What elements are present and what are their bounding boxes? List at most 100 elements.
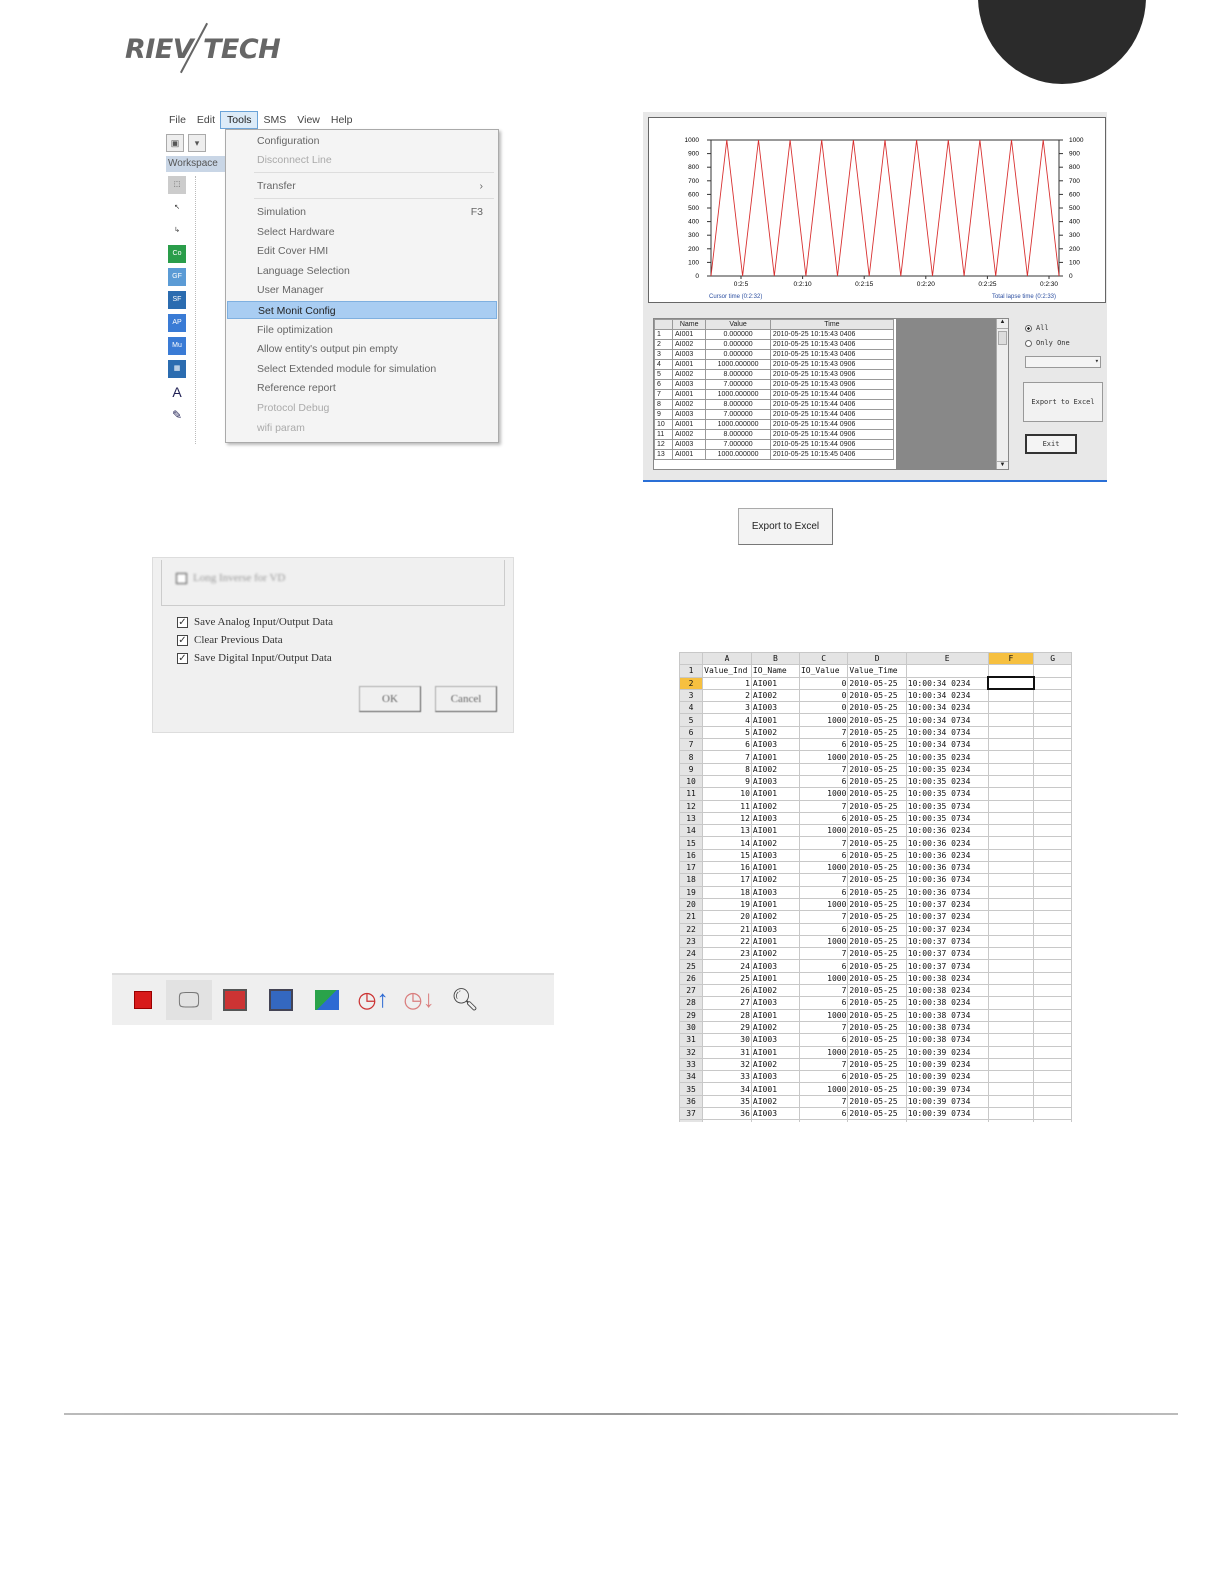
header-cell[interactable]: [987, 664, 1035, 678]
sheet-cell[interactable]: AI002: [750, 910, 800, 924]
co-block-icon[interactable]: Co: [168, 245, 186, 263]
menu-tools[interactable]: Tools: [220, 111, 258, 129]
sheet-cell[interactable]: 1: [702, 676, 752, 690]
row-header[interactable]: 34: [679, 1070, 704, 1084]
sheet-cell[interactable]: [987, 774, 1035, 789]
sheet-cell[interactable]: 10: [702, 787, 752, 801]
sheet-cell[interactable]: 11: [702, 799, 752, 813]
row-header[interactable]: 24: [679, 947, 704, 961]
sheet-cell[interactable]: 6: [798, 774, 849, 789]
sheet-cell[interactable]: 2: [702, 688, 752, 703]
sheet-cell[interactable]: [1033, 787, 1072, 801]
sheet-cell[interactable]: 2010-05-25: [847, 811, 907, 826]
sheet-cell[interactable]: [987, 1033, 1035, 1047]
corner-cell[interactable]: [679, 652, 704, 666]
row-header[interactable]: 26: [679, 971, 704, 986]
table-row[interactable]: 2 AI002 0.000000 2010-05-25 10:15:43 0406: [654, 339, 895, 350]
sheet-cell[interactable]: 10:00:38 0734: [905, 1008, 989, 1022]
sheet-cell[interactable]: [1033, 676, 1072, 690]
new-file-icon[interactable]: ▣: [166, 134, 184, 152]
sheet-cell[interactable]: [1033, 1070, 1072, 1084]
export-to-excel-button-large[interactable]: Export to Excel: [738, 508, 833, 545]
row-header[interactable]: 27: [679, 984, 704, 998]
sheet-cell[interactable]: 6: [798, 738, 849, 752]
row-header[interactable]: 36: [679, 1094, 704, 1108]
row-header[interactable]: 12: [679, 799, 704, 813]
sheet-cell[interactable]: [1033, 774, 1072, 789]
sheet-cell[interactable]: 10:00:36 0234: [905, 824, 989, 838]
sheet-cell[interactable]: AI002: [750, 947, 800, 961]
sheet-cell[interactable]: AI001: [750, 934, 800, 949]
sheet-cell[interactable]: [987, 1057, 1035, 1072]
sheet-cell[interactable]: 5: [702, 725, 752, 740]
header-cell[interactable]: [905, 664, 989, 678]
sheet-cell[interactable]: 1000: [798, 787, 849, 801]
sheet-cell[interactable]: AI003: [750, 701, 800, 715]
menu-item-edit-cover-hmi[interactable]: Edit Cover HMI: [227, 242, 497, 260]
column-header[interactable]: B: [750, 652, 800, 666]
sheet-cell[interactable]: [1033, 1020, 1072, 1035]
sheet-cell[interactable]: 2010-05-25: [847, 873, 907, 887]
sheet-cell[interactable]: 10:00:35 0234: [905, 762, 989, 776]
sheet-cell[interactable]: 7: [798, 1057, 849, 1072]
sheet-cell[interactable]: 10:00:39 0734: [905, 1082, 989, 1096]
sheet-cell[interactable]: [1033, 836, 1072, 850]
sheet-cell[interactable]: 2010-05-25: [847, 774, 907, 789]
sheet-cell[interactable]: 7: [798, 873, 849, 887]
sheet-cell[interactable]: [1033, 947, 1072, 961]
sheet-cell[interactable]: 2010-05-25: [847, 1033, 907, 1047]
table-row[interactable]: 5 AI002 8.000000 2010-05-25 10:15:43 0906: [654, 369, 895, 380]
sheet-cell[interactable]: 10:00:39 0734: [905, 1094, 989, 1108]
sheet-cell[interactable]: 10:00:35 0734: [905, 811, 989, 826]
speed-down-icon[interactable]: ◷ ↓: [396, 980, 442, 1020]
checkbox-row[interactable]: ✓ Clear Previous Data: [177, 634, 283, 646]
sheet-cell[interactable]: 32: [702, 1057, 752, 1072]
sheet-cell[interactable]: 14: [702, 836, 752, 850]
sheet-cell[interactable]: [1033, 738, 1072, 752]
sheet-cell[interactable]: 10:00:35 0234: [905, 774, 989, 789]
sheet-cell[interactable]: [1033, 750, 1072, 764]
sheet-cell[interactable]: 7: [798, 947, 849, 961]
row-header[interactable]: 6: [679, 725, 704, 740]
mu-block-icon[interactable]: Mu: [168, 337, 186, 355]
workspace-tab[interactable]: Workspace: [166, 156, 226, 172]
sheet-cell[interactable]: AI002: [750, 799, 800, 813]
sheet-cell[interactable]: 2010-05-25: [847, 1008, 907, 1022]
column-header[interactable]: C: [798, 652, 849, 666]
sheet-cell[interactable]: 2010-05-25: [847, 1082, 907, 1096]
sheet-cell[interactable]: 10:00:37 0234: [905, 897, 989, 912]
sheet-cell[interactable]: 7: [702, 750, 752, 764]
sheet-cell[interactable]: 10:00:39 0234: [905, 1045, 989, 1059]
sheet-cell[interactable]: 2010-05-25: [847, 971, 907, 986]
sheet-cell[interactable]: [987, 824, 1035, 838]
row-header[interactable]: 17: [679, 861, 704, 875]
row-header[interactable]: 33: [679, 1057, 704, 1072]
row-header[interactable]: 38: [679, 1119, 704, 1122]
sheet-cell[interactable]: AI003: [750, 959, 800, 973]
row-header[interactable]: 15: [679, 836, 704, 850]
sheet-cell[interactable]: 10:00:37 0734: [905, 959, 989, 973]
header-cell[interactable]: IO_Name: [750, 664, 800, 678]
table-row[interactable]: 9 AI003 7.000000 2010-05-25 10:15:44 0406: [654, 409, 895, 420]
sheet-cell[interactable]: [1033, 1057, 1072, 1072]
sheet-cell[interactable]: AI003: [750, 811, 800, 826]
table-row[interactable]: 11 AI002 8.000000 2010-05-25 10:15:44 0906: [654, 429, 895, 440]
sheet-cell[interactable]: [987, 725, 1035, 740]
sheet-cell[interactable]: [1033, 799, 1072, 813]
table-row[interactable]: 10 AI001 1000.000000 2010-05-25 10:15:44 09…: [654, 419, 895, 430]
sheet-cell[interactable]: [750, 1119, 800, 1122]
sheet-cell[interactable]: 7: [798, 836, 849, 850]
sheet-cell[interactable]: 10:00:36 0734: [905, 861, 989, 875]
menu-item-select-hardware[interactable]: Select Hardware: [227, 223, 497, 241]
sheet-cell[interactable]: 2010-05-25: [847, 1106, 907, 1121]
row-header[interactable]: 9: [679, 762, 704, 776]
sheet-cell[interactable]: 2010-05-25: [847, 1045, 907, 1059]
sheet-cell[interactable]: 6: [798, 1070, 849, 1084]
row-header[interactable]: 25: [679, 959, 704, 973]
sheet-cell[interactable]: [798, 1119, 849, 1122]
stop-icon[interactable]: [120, 980, 166, 1020]
sheet-cell[interactable]: 10:00:34 0734: [905, 738, 989, 752]
sheet-cell[interactable]: 10:00:34 0734: [905, 713, 989, 727]
sheet-cell[interactable]: 10:00:35 0734: [905, 787, 989, 801]
row-header[interactable]: 1: [679, 664, 704, 678]
